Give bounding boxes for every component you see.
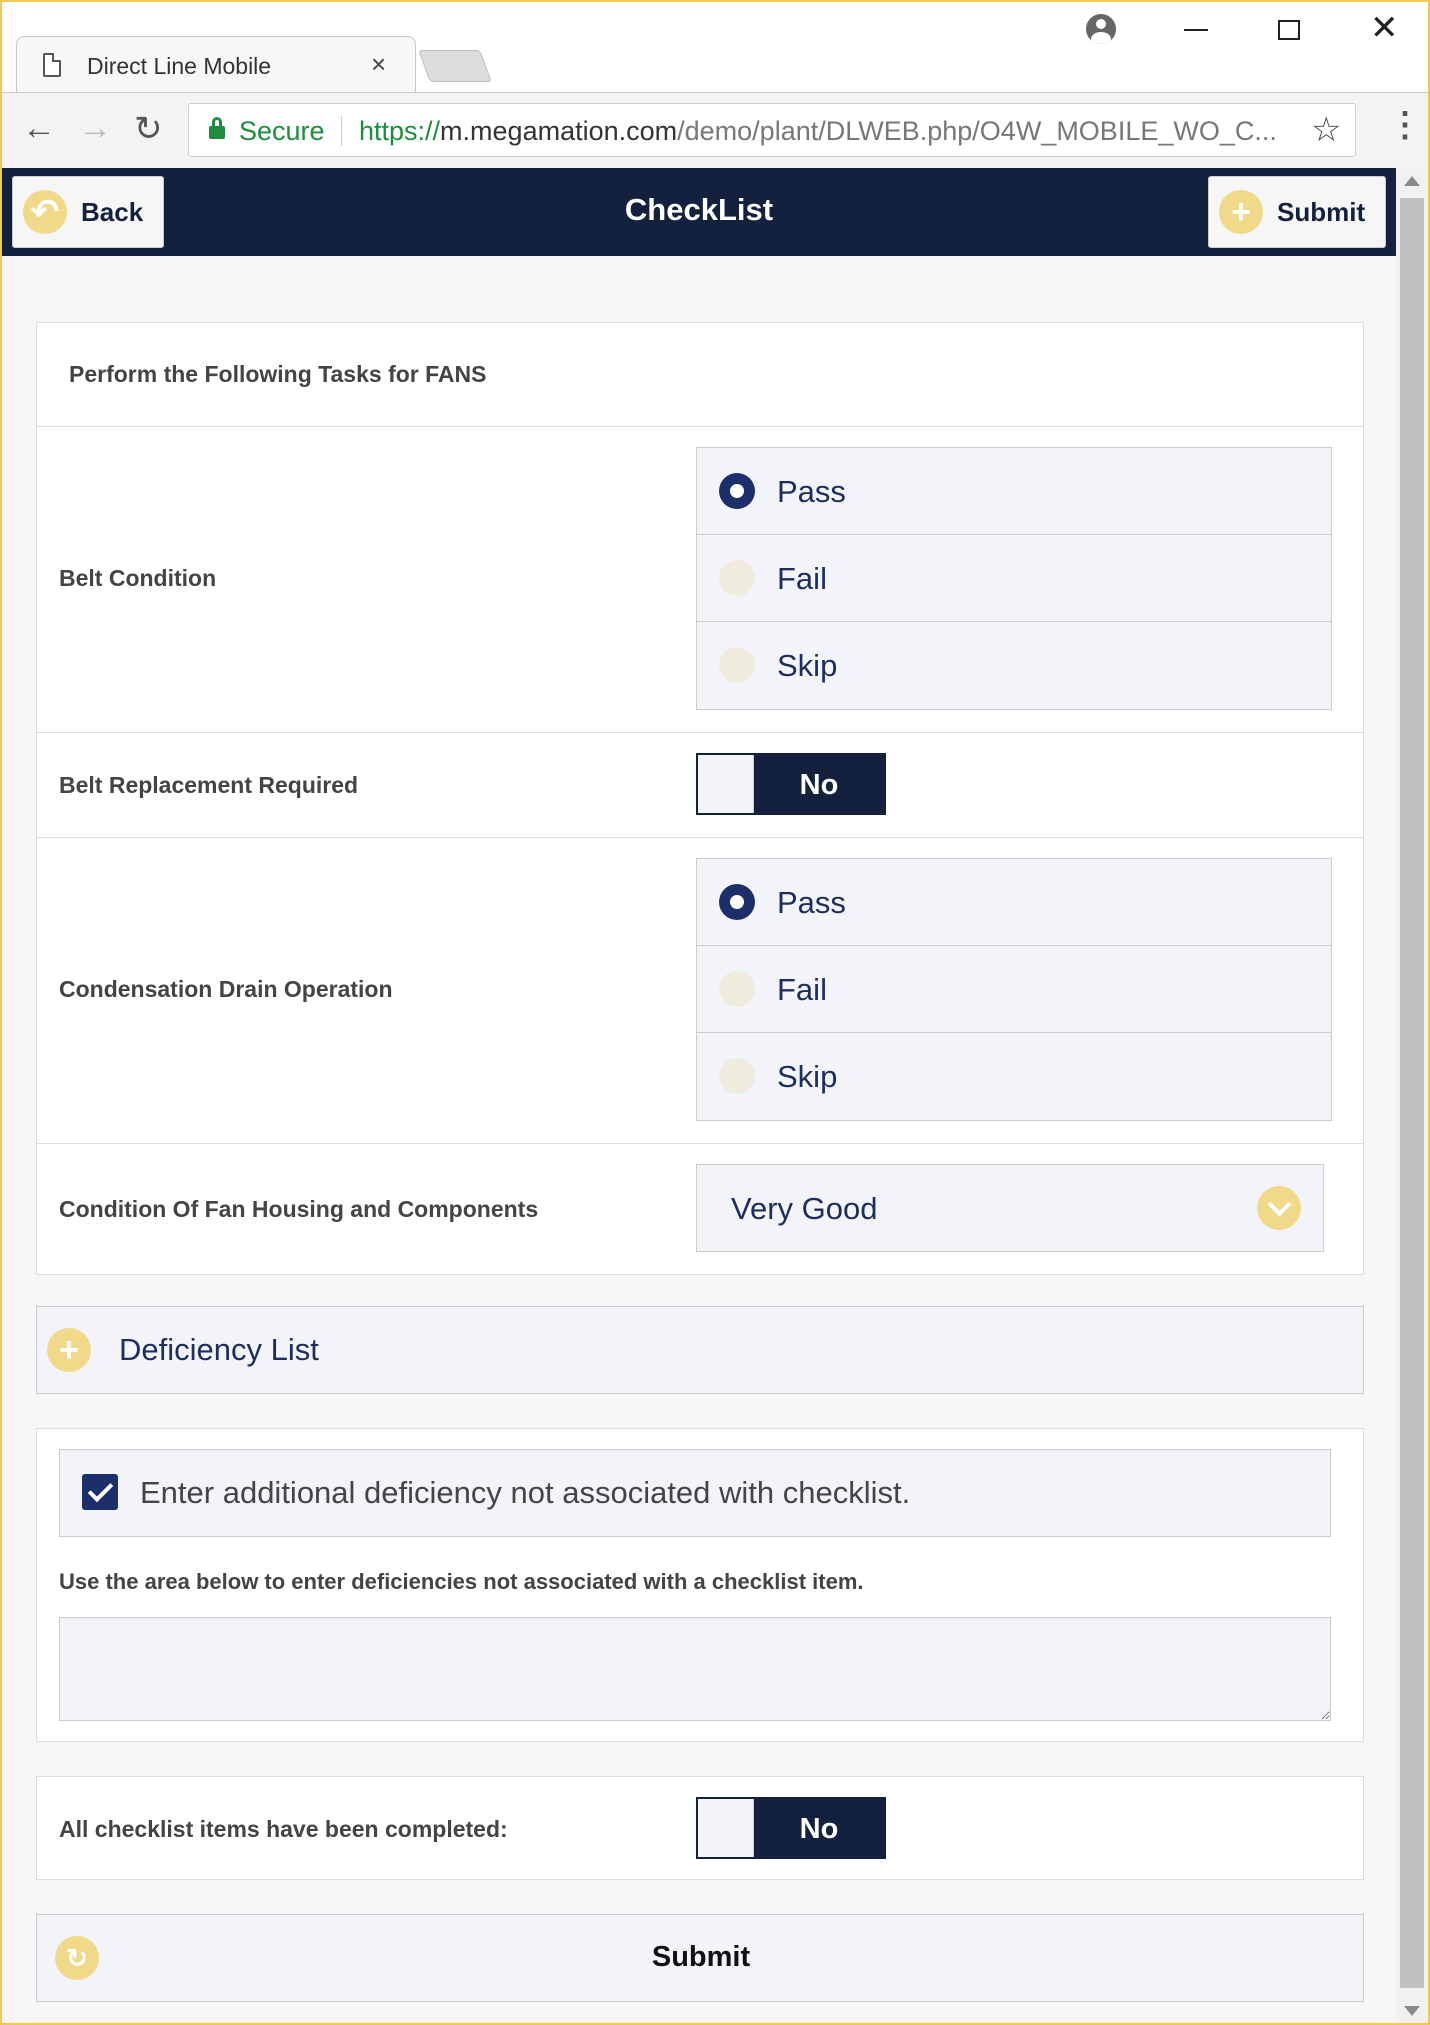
scroll-up-icon[interactable] (1404, 176, 1420, 186)
belt-condition-label: Belt Condition (59, 565, 217, 591)
belt-condition-row: Belt Condition Pass Fail Skip (37, 427, 1363, 733)
toggle-value: No (799, 1813, 839, 1845)
completion-toggle[interactable]: No (696, 1797, 886, 1859)
condensation-drain-option-pass[interactable]: Pass (697, 859, 1331, 946)
address-bar[interactable]: Secure https://m.megamation.com/demo/pla… (188, 103, 1356, 157)
new-tab-button[interactable] (418, 50, 492, 82)
select-value: Very Good (731, 1191, 878, 1226)
radio-label: Pass (777, 885, 846, 920)
radio-label: Fail (777, 561, 827, 596)
toggle-knob (698, 755, 754, 813)
radio-label: Fail (777, 972, 827, 1007)
url-host: m.megamation.com (440, 116, 678, 146)
deficiency-textarea[interactable] (59, 1617, 1331, 1721)
profile-icon[interactable] (1086, 14, 1116, 44)
browser-tab[interactable]: Direct Line Mobile × (16, 36, 416, 94)
radio-unselected-icon (719, 560, 755, 596)
url-scheme: https:// (359, 116, 441, 146)
radio-unselected-icon (719, 647, 755, 683)
scrollbar-thumb[interactable] (1400, 198, 1424, 1988)
lock-icon (209, 117, 225, 139)
bookmark-star-icon[interactable]: ☆ (1311, 110, 1341, 150)
belt-condition-option-skip[interactable]: Skip (697, 622, 1331, 709)
minimize-icon[interactable] (1184, 29, 1208, 31)
belt-condition-radio-group: Pass Fail Skip (696, 447, 1332, 710)
tab-title: Direct Line Mobile (87, 53, 272, 79)
submit-button[interactable]: ↻ Submit (36, 1914, 1364, 2002)
belt-condition-option-pass[interactable]: Pass (697, 448, 1331, 535)
radio-unselected-icon (719, 971, 755, 1007)
browser-toolbar: ← → ↻ Secure https://m.megamation.com/de… (2, 92, 1428, 168)
condensation-drain-radio-group: Pass Fail Skip (696, 858, 1332, 1121)
url-path: /demo/plant/DLWEB.php/O4W_MOBILE_WO_C... (677, 116, 1277, 146)
document-icon (43, 53, 61, 77)
completion-label: All checklist items have been completed: (59, 1816, 508, 1842)
deficiency-list-toggle[interactable]: + Deficiency List (36, 1306, 1364, 1394)
page-viewport: ↶ Back CheckList + Submit Perform the Fo… (2, 168, 1428, 2023)
scroll-down-icon[interactable] (1404, 2006, 1420, 2016)
chevron-down-icon (1257, 1186, 1301, 1230)
fan-housing-row: Condition Of Fan Housing and Components … (37, 1144, 1363, 1274)
radio-label: Skip (777, 648, 838, 683)
app-header: ↶ Back CheckList + Submit (2, 168, 1396, 256)
fan-housing-select[interactable]: Very Good (696, 1164, 1324, 1252)
browser-menu-icon[interactable]: ⋮ (1388, 105, 1422, 145)
omnibox-divider (341, 116, 342, 146)
toggle-value: No (799, 769, 839, 801)
fan-housing-label: Condition Of Fan Housing and Components (59, 1196, 539, 1222)
header-submit-label: Submit (1277, 196, 1366, 227)
belt-replacement-toggle[interactable]: No (696, 753, 886, 815)
deficiency-hint: Use the area below to enter deficiencies… (59, 1569, 864, 1594)
radio-unselected-icon (719, 1058, 755, 1094)
belt-replacement-label: Belt Replacement Required (59, 772, 359, 798)
condensation-drain-row: Condensation Drain Operation Pass Fail S… (37, 838, 1363, 1144)
browser-titlebar: Direct Line Mobile × ✕ (2, 2, 1428, 94)
additional-deficiency-panel: Enter additional deficiency not associat… (36, 1428, 1364, 1742)
plus-icon: + (47, 1328, 91, 1372)
secure-label: Secure (239, 116, 325, 146)
belt-replacement-row: Belt Replacement Required No (37, 733, 1363, 838)
maximize-icon[interactable] (1278, 20, 1300, 40)
radio-selected-icon (719, 473, 755, 509)
toggle-knob (698, 1799, 754, 1857)
condensation-drain-label: Condensation Drain Operation (59, 976, 393, 1002)
checklist-heading: Perform the Following Tasks for FANS (37, 323, 1363, 427)
checklist-panel: Perform the Following Tasks for FANS Bel… (36, 322, 1364, 1275)
radio-selected-icon (719, 884, 755, 920)
page-title: CheckList (624, 192, 774, 227)
additional-deficiency-checkbox[interactable]: Enter additional deficiency not associat… (59, 1449, 1331, 1537)
plus-icon: + (1219, 190, 1263, 234)
belt-condition-option-fail[interactable]: Fail (697, 535, 1331, 622)
url-text[interactable]: https://m.megamation.com/demo/plant/DLWE… (359, 116, 1279, 147)
window-close-icon[interactable]: ✕ (1370, 8, 1399, 48)
radio-label: Pass (777, 474, 846, 509)
submit-button-label: Submit (651, 1941, 751, 1973)
checkbox-label: Enter additional deficiency not associat… (140, 1475, 911, 1510)
forward-arrow-icon[interactable]: → (78, 109, 112, 148)
checkbox-checked-icon (82, 1474, 118, 1510)
browser-window: Direct Line Mobile × ✕ ← → ↻ Secure http… (2, 2, 1428, 2023)
page-scrollbar[interactable] (1396, 168, 1428, 2023)
deficiency-list-label: Deficiency List (119, 1332, 319, 1367)
tab-close-icon[interactable]: × (371, 49, 386, 80)
condensation-drain-option-fail[interactable]: Fail (697, 946, 1331, 1033)
condensation-drain-option-skip[interactable]: Skip (697, 1033, 1331, 1120)
header-submit-button[interactable]: + Submit (1208, 176, 1386, 248)
radio-label: Skip (777, 1059, 838, 1094)
back-arrow-icon[interactable]: ← (22, 109, 56, 148)
reload-icon[interactable]: ↻ (134, 109, 163, 149)
completion-panel: All checklist items have been completed:… (36, 1776, 1364, 1880)
